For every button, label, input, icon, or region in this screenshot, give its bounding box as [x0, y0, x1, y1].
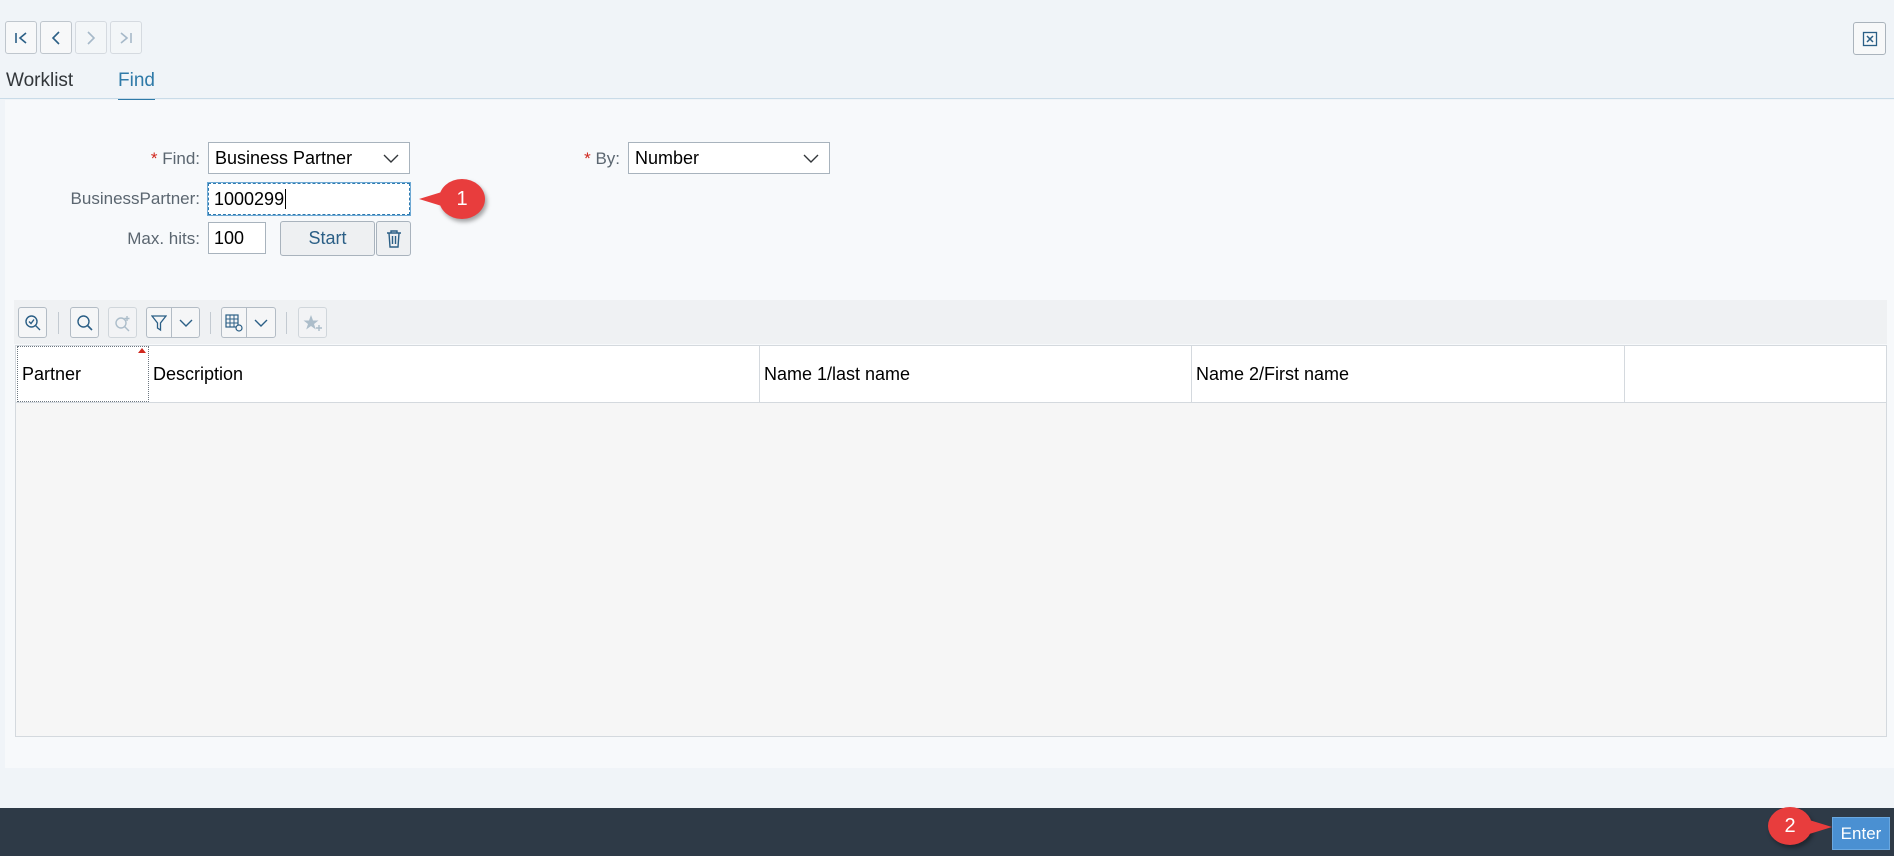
filter-button[interactable]: [146, 307, 171, 338]
column-settings-icon: [225, 313, 243, 332]
favorite-add-button[interactable]: [298, 307, 327, 338]
step-2-callout: 2: [1768, 807, 1832, 845]
trash-icon: [386, 229, 401, 248]
find-select[interactable]: Business Partner: [208, 142, 410, 174]
last-page-icon: [120, 31, 132, 44]
find-label: * Find:: [100, 148, 200, 170]
toolbar-separator: [286, 312, 287, 334]
clear-button[interactable]: [376, 221, 411, 256]
by-label-text: By:: [595, 149, 620, 168]
max-hits-input[interactable]: 100: [208, 222, 266, 254]
previous-page-icon: [51, 30, 60, 45]
zoom-details-button[interactable]: [18, 307, 47, 338]
find-select-value: Business Partner: [215, 147, 353, 168]
column-header-name2[interactable]: Name 2/First name: [1192, 346, 1625, 402]
tab-worklist[interactable]: Worklist: [6, 68, 73, 98]
max-hits-label: Max. hits:: [127, 229, 200, 248]
column-settings-button[interactable]: [221, 307, 246, 338]
table-toolbar: [14, 300, 1887, 344]
sort-indicator-icon: [138, 348, 146, 353]
chevron-down-icon: [383, 154, 399, 163]
business-partner-label: BusinessPartner:: [70, 189, 200, 208]
tab-divider: [0, 98, 1894, 99]
search-next-icon: [114, 315, 129, 331]
column-header-description[interactable]: Description: [149, 346, 760, 402]
zoom-details-icon: [24, 314, 40, 330]
column-header-label: Name 1/last name: [764, 363, 911, 384]
dropdown-icon: [179, 319, 192, 327]
column-header-label: Name 2/First name: [1196, 363, 1350, 384]
required-marker: *: [150, 149, 158, 168]
close-window-icon: [1862, 31, 1877, 46]
by-label: * By:: [560, 148, 620, 170]
toolbar-separator: [58, 312, 59, 334]
step-1-callout: 1: [419, 179, 485, 219]
column-header-empty: [1625, 346, 1886, 402]
results-table: [15, 345, 1887, 737]
search-button[interactable]: [70, 307, 99, 338]
business-partner-value: 1000299: [214, 188, 285, 209]
tab-find[interactable]: Find: [118, 68, 155, 101]
toolbar-separator: [210, 312, 211, 334]
next-page-button[interactable]: [75, 21, 107, 54]
filter-icon: [151, 314, 167, 331]
first-page-button[interactable]: [5, 21, 37, 54]
close-button[interactable]: [1853, 22, 1886, 55]
first-page-icon: [15, 31, 27, 44]
chevron-down-icon: [803, 154, 819, 163]
favorite-add-icon: [303, 314, 322, 331]
column-header-label: Partner: [22, 363, 82, 384]
search-next-button[interactable]: [108, 307, 137, 338]
by-select-value: Number: [635, 147, 700, 168]
business-partner-input[interactable]: 1000299: [207, 182, 411, 216]
previous-page-button[interactable]: [40, 21, 72, 54]
column-header-label: Description: [153, 363, 244, 384]
enter-button[interactable]: Enter: [1832, 817, 1890, 850]
dropdown-icon: [254, 319, 268, 327]
required-marker: *: [584, 149, 591, 168]
start-button[interactable]: Start: [280, 221, 375, 256]
column-header-name1[interactable]: Name 1/last name: [760, 346, 1192, 402]
search-icon: [76, 314, 93, 331]
text-caret: [285, 189, 287, 209]
filter-dropdown-button[interactable]: [171, 307, 200, 338]
column-settings-dropdown-button[interactable]: [246, 307, 276, 338]
by-select[interactable]: Number: [628, 142, 830, 174]
next-page-icon: [87, 30, 96, 45]
column-header-partner[interactable]: Partner: [17, 346, 149, 402]
max-hits-value: 100: [214, 227, 245, 248]
find-label-text: Find:: [162, 149, 200, 168]
last-page-button[interactable]: [110, 21, 142, 54]
footer-bar: [0, 808, 1894, 856]
